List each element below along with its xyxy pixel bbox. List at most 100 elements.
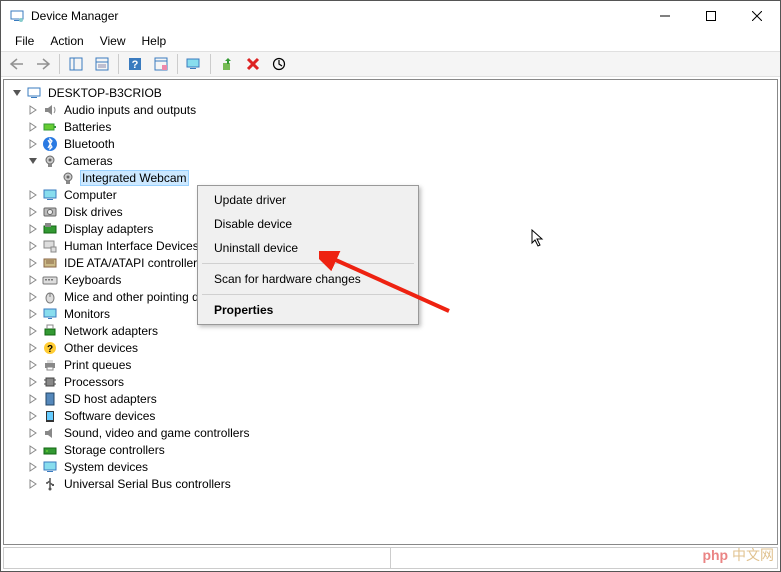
menu-file[interactable]: File: [7, 32, 42, 50]
sound-icon: [42, 425, 58, 441]
audio-icon: [42, 102, 58, 118]
expand-icon[interactable]: [26, 307, 40, 321]
sd-icon: [42, 391, 58, 407]
tree-root[interactable]: DESKTOP-B3CRIOB: [10, 84, 777, 101]
collapse-icon[interactable]: [10, 86, 24, 100]
status-pane: [4, 548, 391, 568]
menu-view[interactable]: View: [92, 32, 134, 50]
printer-icon: [42, 357, 58, 373]
expand-icon[interactable]: [26, 120, 40, 134]
disk-icon: [42, 204, 58, 220]
expand-icon[interactable]: [26, 290, 40, 304]
svg-text:?: ?: [47, 344, 53, 355]
uninstall-button[interactable]: [241, 53, 265, 75]
tree-node-batteries[interactable]: Batteries: [10, 118, 777, 135]
action-button[interactable]: [149, 53, 173, 75]
software-icon: [42, 408, 58, 424]
expand-icon[interactable]: [26, 375, 40, 389]
expand-icon[interactable]: [26, 426, 40, 440]
menu-uninstall-device[interactable]: Uninstall device: [200, 236, 416, 260]
forward-button[interactable]: [31, 53, 55, 75]
menu-separator: [202, 294, 414, 295]
update-driver-button[interactable]: [215, 53, 239, 75]
back-button[interactable]: [5, 53, 29, 75]
expand-icon[interactable]: [26, 103, 40, 117]
menu-properties[interactable]: Properties: [200, 298, 416, 322]
close-button[interactable]: [734, 1, 780, 31]
tree-node-print[interactable]: Print queues: [10, 356, 777, 373]
context-menu: Update driver Disable device Uninstall d…: [197, 185, 419, 325]
expand-icon[interactable]: [26, 137, 40, 151]
expand-icon[interactable]: [26, 273, 40, 287]
keyboard-icon: [42, 272, 58, 288]
expand-icon[interactable]: [26, 256, 40, 270]
app-icon: [9, 8, 25, 24]
toolbar-separator: [210, 54, 211, 74]
status-bar: [3, 547, 778, 569]
tree-node-cameras[interactable]: Cameras: [10, 152, 777, 169]
expand-icon[interactable]: [26, 205, 40, 219]
toolbar-separator: [59, 54, 60, 74]
tree-node-bluetooth[interactable]: Bluetooth: [10, 135, 777, 152]
tree-node-sdhost[interactable]: SD host adapters: [10, 390, 777, 407]
show-hide-tree-button[interactable]: [64, 53, 88, 75]
toolbar-separator: [177, 54, 178, 74]
processor-icon: [42, 374, 58, 390]
hid-icon: [42, 238, 58, 254]
battery-icon: [42, 119, 58, 135]
bluetooth-icon: [42, 136, 58, 152]
help-button[interactable]: ?: [123, 53, 147, 75]
computer-icon: [42, 187, 58, 203]
title-bar: Device Manager: [1, 1, 780, 31]
expand-icon[interactable]: [26, 222, 40, 236]
system-icon: [42, 459, 58, 475]
menu-bar: File Action View Help: [1, 31, 780, 51]
expand-icon[interactable]: [26, 341, 40, 355]
camera-icon: [60, 170, 76, 186]
menu-scan-hardware[interactable]: Scan for hardware changes: [200, 267, 416, 291]
tree-node-audio[interactable]: Audio inputs and outputs: [10, 101, 777, 118]
tree-root-label: DESKTOP-B3CRIOB: [46, 86, 164, 100]
tree-node-software[interactable]: Software devices: [10, 407, 777, 424]
expand-icon[interactable]: [26, 324, 40, 338]
svg-text:?: ?: [132, 59, 139, 71]
menu-update-driver[interactable]: Update driver: [200, 188, 416, 212]
maximize-button[interactable]: [688, 1, 734, 31]
ide-icon: [42, 255, 58, 271]
menu-action[interactable]: Action: [42, 32, 91, 50]
expand-icon[interactable]: [26, 477, 40, 491]
menu-separator: [202, 263, 414, 264]
toolbar-separator: [118, 54, 119, 74]
minimize-button[interactable]: [642, 1, 688, 31]
tree-node-usb[interactable]: Universal Serial Bus controllers: [10, 475, 777, 492]
expand-icon[interactable]: [26, 358, 40, 372]
tree-node-processors[interactable]: Processors: [10, 373, 777, 390]
scan-hardware-button[interactable]: [182, 53, 206, 75]
expand-icon[interactable]: [26, 392, 40, 406]
menu-help[interactable]: Help: [134, 32, 175, 50]
mouse-icon: [42, 289, 58, 305]
tree-node-sound[interactable]: Sound, video and game controllers: [10, 424, 777, 441]
usb-icon: [42, 476, 58, 492]
tree-node-system[interactable]: System devices: [10, 458, 777, 475]
expand-icon[interactable]: [26, 443, 40, 457]
storage-icon: [42, 442, 58, 458]
toolbar: ?: [1, 51, 780, 77]
collapse-icon[interactable]: [26, 154, 40, 168]
tree-node-webcam[interactable]: Integrated Webcam: [10, 169, 777, 186]
disable-button[interactable]: [267, 53, 291, 75]
expand-icon[interactable]: [26, 239, 40, 253]
properties-button[interactable]: [90, 53, 114, 75]
window-controls: [642, 1, 780, 31]
expand-icon[interactable]: [26, 409, 40, 423]
network-icon: [42, 323, 58, 339]
computer-icon: [26, 85, 42, 101]
expand-icon[interactable]: [26, 460, 40, 474]
expand-icon[interactable]: [26, 188, 40, 202]
tree-node-storage[interactable]: Storage controllers: [10, 441, 777, 458]
menu-disable-device[interactable]: Disable device: [200, 212, 416, 236]
camera-icon: [42, 153, 58, 169]
window-title: Device Manager: [31, 9, 642, 23]
display-icon: [42, 221, 58, 237]
tree-node-other[interactable]: ? Other devices: [10, 339, 777, 356]
